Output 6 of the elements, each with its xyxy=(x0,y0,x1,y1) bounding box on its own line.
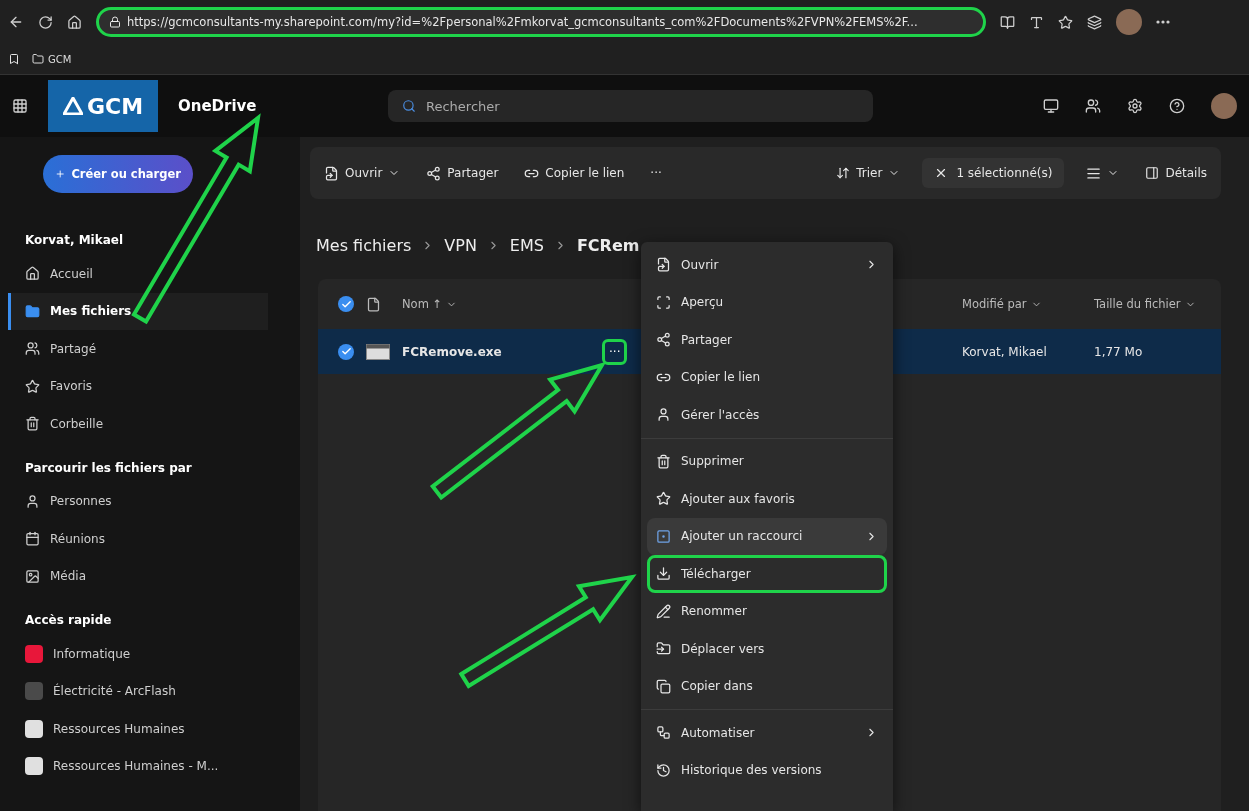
section-heading: Korvat, Mikael xyxy=(24,232,125,249)
file-size-cell: 1,77 Mo xyxy=(1094,344,1143,359)
modified-by-cell: Korvat, Mikael xyxy=(962,344,1047,359)
section-heading: Accès rapide xyxy=(24,612,113,629)
section-heading: Parcourir les fichiers par xyxy=(24,459,193,477)
app-title: OneDrive xyxy=(178,97,257,115)
